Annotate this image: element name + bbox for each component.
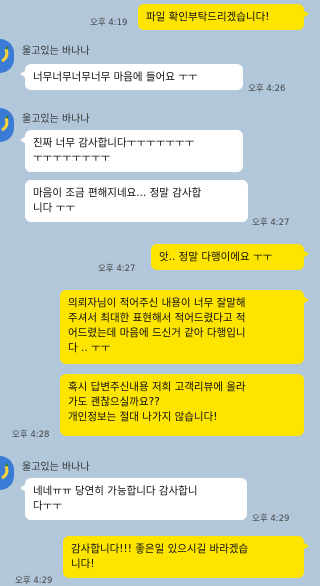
my-message-bubble[interactable]: 감사합니다!!! 좋은일 있으시길 바라겠습 니다! [63, 536, 309, 578]
message-time: 오후 4:26 [248, 84, 286, 94]
message-time: 오후 4:29 [15, 576, 53, 586]
my-message-bubble[interactable]: 파일 확인부탁드리겠습니다! [138, 4, 309, 30]
message-time: 오후 4:28 [12, 430, 50, 440]
banana-avatar-icon[interactable] [0, 39, 14, 73]
message-time: 오후 4:19 [90, 18, 128, 28]
their-message-bubble[interactable]: 네네ㅠㅠ 당연히 가능합니다 감사합니 다ㅜㅜ [20, 478, 247, 520]
banana-avatar-icon[interactable] [0, 456, 14, 490]
my-message-bubble[interactable]: 의뢰자님이 적어주신 내용이 너무 잘말해 주셔서 최대한 표현해서 적어드렸다… [60, 290, 309, 364]
message-time: 오후 4:29 [252, 514, 290, 524]
message-time: 오후 4:27 [98, 264, 136, 274]
banana-avatar-icon[interactable] [0, 108, 14, 142]
message-time: 오후 4:27 [252, 218, 290, 228]
sender-name: 울고있는 바나나 [22, 114, 90, 125]
sender-name: 울고있는 바나나 [22, 462, 90, 473]
sender-name: 울고있는 바나나 [22, 46, 90, 57]
their-message-bubble[interactable]: 마음이 조금 편해지네요... 정말 감사합 니다 ㅜㅜ [25, 180, 248, 222]
my-message-bubble[interactable]: 앗.. 정말 다행이에요 ㅜㅜ [151, 244, 309, 270]
their-message-bubble[interactable]: 너무너무너무너무 마음에 들어요 ㅜㅜ [20, 64, 243, 90]
their-message-bubble[interactable]: 진짜 너무 감사합니다ㅜㅜㅜㅜㅜㅜㅜ ㅜㅜㅜㅜㅜㅜㅜㅜ [20, 130, 243, 172]
my-message-bubble[interactable]: 혹시 답변주신내용 저희 고객리뷰에 올라 가도 괜찮으실까요?? 개인정보는 … [60, 374, 304, 436]
